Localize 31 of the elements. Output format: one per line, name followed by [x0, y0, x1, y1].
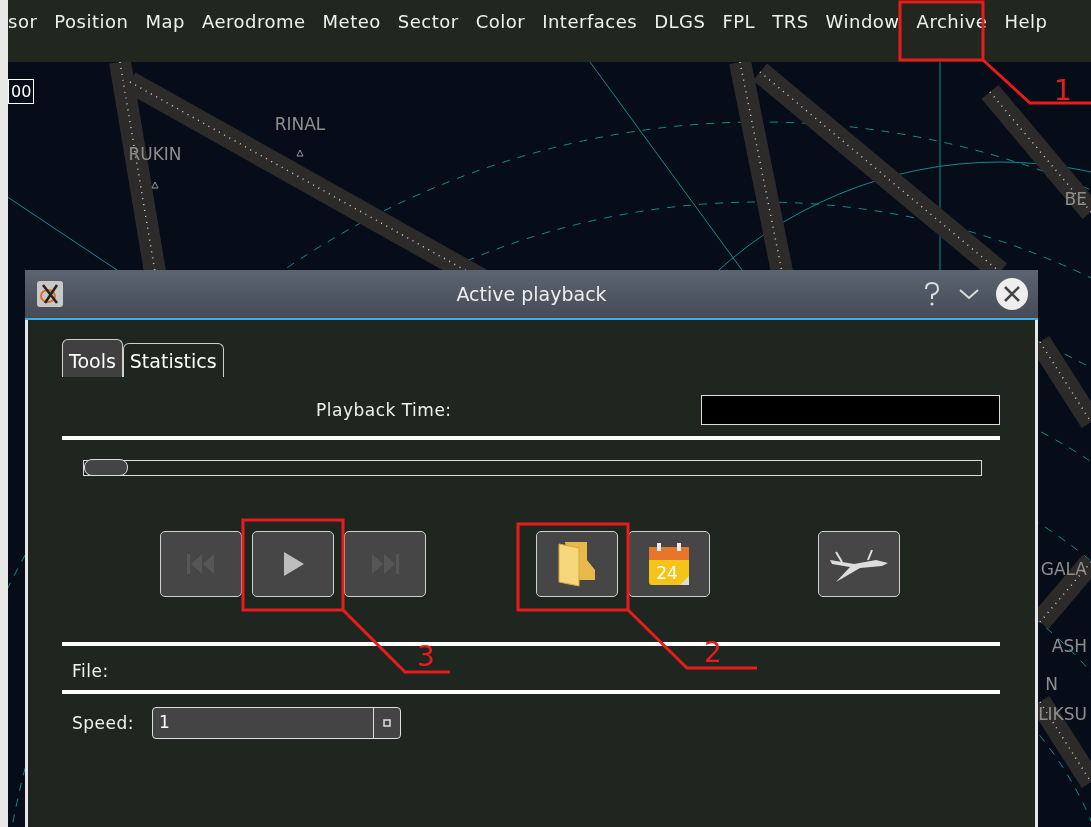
speed-label: Speed:	[72, 713, 135, 733]
menu-item[interactable]: Sector	[388, 11, 467, 32]
callout-number: 1	[1054, 74, 1072, 107]
window-title: Active playback	[456, 283, 607, 305]
tab[interactable]: Statistics	[122, 343, 224, 377]
waypoint-label: RUKIN	[128, 144, 182, 164]
tab[interactable]: Tools	[62, 339, 123, 377]
waypoint-label: ASH	[1051, 636, 1087, 656]
menu-item[interactable]: sor	[8, 11, 46, 32]
scale-label: 00	[8, 79, 35, 104]
menu-item[interactable]: Aerodrome	[192, 11, 314, 32]
waypoint-label: RINAL	[274, 114, 326, 134]
menu-item[interactable]: Window	[816, 11, 908, 32]
waypoint-label: N	[1045, 674, 1058, 694]
menu-item[interactable]: Map	[136, 11, 193, 32]
callout-number: 2	[704, 636, 722, 669]
menu-item[interactable]: Color	[466, 11, 534, 32]
callout-number: 3	[417, 640, 435, 673]
menu-item[interactable]: TRS	[763, 11, 817, 32]
menu-item[interactable]: Position	[45, 11, 137, 32]
playback-time-label: Playback Time:	[316, 400, 452, 420]
menu-item[interactable]: DLGS	[645, 11, 714, 32]
menu-item[interactable]: Help	[995, 11, 1056, 32]
menu-item[interactable]: FPL	[713, 11, 764, 32]
speed-field[interactable]: 1	[152, 707, 402, 739]
file-label: File:	[72, 661, 110, 681]
waypoint-label: GALA	[1040, 559, 1087, 579]
waypoint-label: BE	[1064, 189, 1087, 209]
menu-item[interactable]: Interfaces	[533, 11, 646, 32]
menu-item[interactable]: Meteo	[313, 11, 389, 32]
waypoint-label: LIKSU	[1038, 704, 1087, 724]
